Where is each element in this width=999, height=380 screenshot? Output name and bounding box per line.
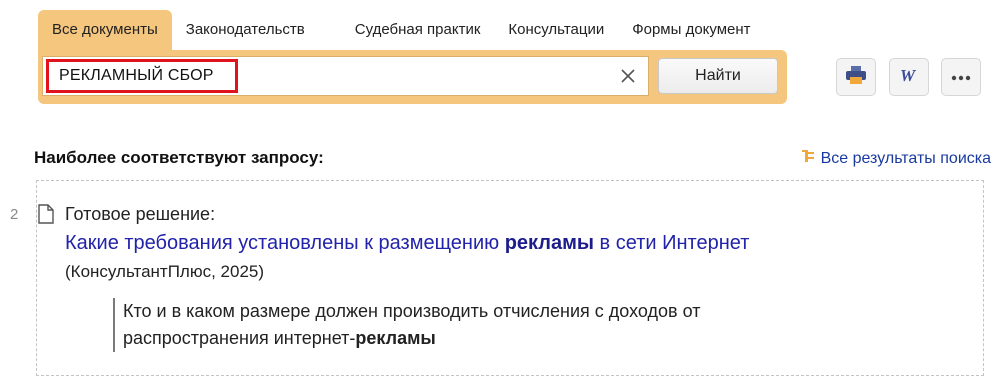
print-button[interactable] xyxy=(836,58,876,96)
word-icon: W xyxy=(898,66,920,89)
tab-court-practice[interactable]: Судебная практик xyxy=(341,10,495,50)
all-results-label[interactable]: Все результаты поиска xyxy=(821,150,991,168)
save-to-word-button[interactable]: W xyxy=(889,58,929,96)
tab-legislation[interactable]: Законодательств xyxy=(172,10,341,50)
result-source: (КонсультантПлюс, 2025) xyxy=(65,262,265,281)
tab-document-forms[interactable]: Формы документ xyxy=(618,10,764,50)
search-input[interactable]: РЕКЛАМНЫЙ СБОР xyxy=(42,56,649,96)
find-button[interactable]: Найти xyxy=(658,58,778,94)
result-type-label: Готовое решение: xyxy=(65,204,216,224)
result-title-part[interactable]: в сети Интернет xyxy=(594,232,750,254)
more-icon xyxy=(951,68,971,86)
search-input-value[interactable]: РЕКЛАМНЫЙ СБОР xyxy=(59,57,214,95)
result-number: 2 xyxy=(10,206,19,223)
result-title-keyword[interactable]: рекламы xyxy=(505,232,594,254)
close-icon[interactable] xyxy=(618,66,638,86)
tab-all-documents[interactable]: Все документы xyxy=(38,10,172,50)
tab-consultations[interactable]: Консультации xyxy=(494,10,618,50)
result-snippet: Кто и в каком размере должен производить… xyxy=(113,298,843,352)
document-icon xyxy=(38,204,54,229)
search-tabs: Все документы Законодательств Судебная п… xyxy=(38,10,765,50)
results-heading: Наиболее соответствуют запросу: xyxy=(34,148,324,167)
result-title-link[interactable]: Какие требования установлены к размещени… xyxy=(65,232,749,255)
result-title-part[interactable]: Какие требования установлены к размещени… xyxy=(65,232,505,254)
all-results-link[interactable]: Все результаты поиска xyxy=(801,148,991,169)
snippet-keyword: рекламы xyxy=(355,328,436,348)
search-panel: РЕКЛАМНЫЙ СБОР Найти xyxy=(38,50,787,104)
print-icon xyxy=(845,65,867,90)
svg-text:W: W xyxy=(900,66,917,84)
more-button[interactable] xyxy=(941,58,981,96)
results-tree-icon xyxy=(801,148,821,169)
